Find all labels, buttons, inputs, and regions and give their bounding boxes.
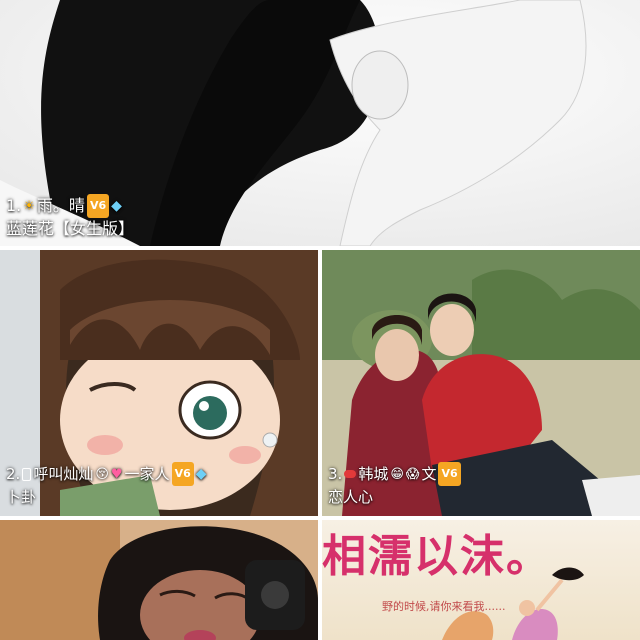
chart-card-3[interactable]: 3. 韩城 😁 😱 文 V6 恋人心	[322, 250, 640, 516]
phone-icon	[22, 467, 32, 481]
poster-subtitle: 野的时候,请你来看我......	[382, 600, 506, 613]
sun-icon: ☀	[23, 198, 35, 214]
song-title: 恋人心	[328, 488, 374, 506]
chart-card-5[interactable]: 相濡以沫。 野的时候,请你来看我......	[322, 520, 640, 640]
chart-card-1[interactable]: 1. ☀ 雨。晴 V6 ◆ 蓝莲花【女生版】	[0, 0, 640, 246]
kiss-face-icon: 😚	[95, 466, 109, 482]
heart-icon: ♥	[110, 466, 123, 482]
username-part-2: 文	[421, 465, 437, 483]
chart-card-2[interactable]: 2. 呼叫灿灿 😚 ♥ 一家人 V6 ◆ 卜卦	[0, 250, 318, 516]
username: 雨。晴	[36, 196, 85, 215]
grin-face-icon: 😁	[390, 466, 404, 482]
chart-card-4[interactable]	[0, 520, 318, 640]
diamond-icon: ◆	[195, 466, 207, 482]
vip-badge-icon: V6	[86, 194, 110, 218]
card-1-caption: 1. ☀ 雨。晴 V6 ◆ 蓝莲花【女生版】	[6, 194, 134, 240]
song-title: 卜卦	[6, 488, 37, 506]
red-dot-icon	[344, 470, 357, 478]
rank-label: 1.	[6, 196, 22, 215]
vip-badge-icon: V6	[438, 462, 461, 486]
vip-badge-icon: V6	[171, 462, 194, 486]
diamond-icon: ◆	[111, 198, 122, 214]
poster-title: 相濡以沫。	[322, 531, 552, 582]
scream-face-icon: 😱	[405, 466, 420, 482]
card-3-caption: 3. 韩城 😁 😱 文 V6 恋人心	[328, 462, 461, 508]
rank-label: 2.	[6, 465, 21, 483]
username-part-1: 呼叫灿灿	[33, 465, 94, 483]
music-chart-grid: 1. ☀ 雨。晴 V6 ◆ 蓝莲花【女生版】 2. 呼叫灿灿 😚 ♥ 一家人 V…	[0, 0, 640, 640]
card-4-photo	[0, 520, 318, 640]
song-title: 蓝莲花【女生版】	[6, 219, 135, 238]
username-part-1: 韩城	[358, 465, 389, 483]
card-2-caption: 2. 呼叫灿灿 😚 ♥ 一家人 V6 ◆ 卜卦	[6, 462, 207, 508]
username-part-2: 一家人	[124, 465, 170, 483]
rank-label: 3.	[328, 465, 343, 483]
